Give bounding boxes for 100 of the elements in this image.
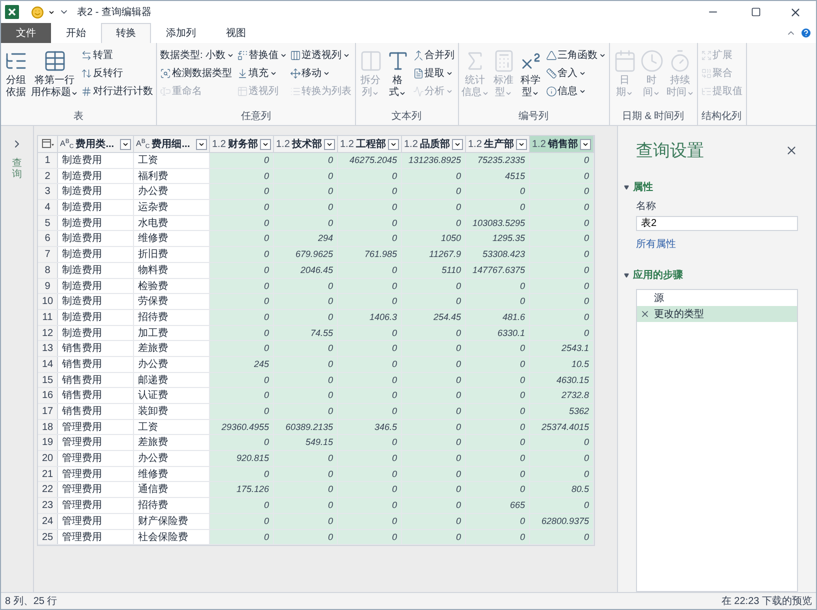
ribbon-button[interactable]: 合并列: [412, 47, 456, 63]
filter-button[interactable]: [452, 138, 463, 150]
table-cell: 0: [530, 435, 594, 450]
name-field[interactable]: 表2: [636, 216, 798, 232]
close-icon[interactable]: [785, 144, 798, 158]
ribbon-button[interactable]: 提取: [412, 65, 456, 81]
table-cell: 0: [338, 341, 402, 356]
ribbon-button[interactable]: 舍入: [544, 65, 607, 81]
caret-icon: [71, 90, 78, 96]
table-cell: 4515: [466, 168, 530, 184]
status-text: 在 22:23 下载的预览: [721, 594, 812, 608]
column-header[interactable]: 1.2 工程部: [338, 136, 402, 152]
ribbon-button[interactable]: 转置: [80, 47, 154, 63]
table-cell: 制造费用: [58, 231, 134, 246]
table-cell: 0: [210, 341, 274, 356]
table-cell: 4630.15: [530, 372, 594, 388]
column-header[interactable]: 1.2 技术部: [274, 136, 338, 152]
table-cell: 0: [402, 482, 466, 498]
filter-button[interactable]: [324, 138, 335, 150]
all-properties-link[interactable]: 所有属性: [636, 237, 798, 252]
collapse-triangle-icon[interactable]: [624, 273, 629, 278]
table-cell: 0: [338, 498, 402, 513]
table-cell: 制造费用: [58, 153, 134, 168]
table-cell: 0: [530, 310, 594, 325]
section-heading: 应用的步骤: [633, 268, 683, 284]
column-header[interactable]: 1.2 财务部: [210, 136, 274, 152]
ribbon-button[interactable]: 三角函数: [544, 47, 607, 63]
table-cell: 0: [210, 404, 274, 419]
ribbon-tab[interactable]: 转换: [101, 23, 151, 43]
ruler-icon: [546, 68, 557, 78]
caret-icon: [446, 70, 453, 76]
ribbon-button[interactable]: 科学 型: [518, 47, 544, 110]
row-number: 2: [38, 168, 58, 184]
row-number: 11: [38, 310, 58, 325]
close-icon[interactable]: [789, 6, 802, 18]
table-cell: 0: [402, 404, 466, 419]
filter-button[interactable]: [516, 138, 527, 150]
table-cell: 0: [274, 482, 338, 498]
ribbon-button[interactable]: 检测数据类型: [159, 65, 235, 81]
table-cell: 管理费用: [58, 482, 134, 498]
table-cell: 0: [466, 388, 530, 403]
ribbon-button[interactable]: 将第一行 用作标题: [30, 47, 79, 110]
filter-button[interactable]: [196, 138, 207, 150]
ribbon-tab[interactable]: 视图: [211, 23, 261, 43]
ribbon-button[interactable]: 数据类型: 小数: [159, 47, 235, 63]
ribbon-tab[interactable]: 文件: [1, 23, 51, 43]
table-cell: 2732.8: [530, 388, 594, 403]
ribbon-button[interactable]: 替换值: [236, 47, 288, 63]
collapse-triangle-icon[interactable]: [624, 184, 629, 190]
expand-icon: [700, 50, 712, 60]
ribbon-button[interactable]: 对行进行计数: [80, 83, 154, 99]
filter-button[interactable]: [260, 138, 271, 150]
merge-icon: [412, 50, 424, 60]
column-header[interactable]: 1.2 销售部: [530, 136, 594, 152]
table-cell: 103083.5295: [466, 216, 530, 230]
table-cell: 0: [530, 278, 594, 294]
step-item[interactable]: 更改的类型: [637, 306, 797, 322]
row-number: 12: [38, 326, 58, 340]
table-cell: 254.45: [402, 310, 466, 325]
delete-step-icon[interactable]: [640, 309, 650, 320]
ribbon-tab[interactable]: 开始: [51, 23, 101, 43]
group-label: 日期 & 时间列: [620, 110, 686, 124]
ribbon-button[interactable]: 填充: [236, 65, 288, 81]
ribbon-tab[interactable]: 添加列: [151, 23, 211, 43]
table-cell: 0: [402, 326, 466, 340]
ribbon-button[interactable]: 格 式: [384, 47, 411, 110]
filter-button[interactable]: [388, 138, 399, 150]
table-cell: 0: [210, 294, 274, 309]
column-header[interactable]: A$^{B}$$_{C}$ 费用细...: [134, 136, 210, 152]
step-item[interactable]: 源: [637, 290, 797, 306]
table-cell: 0: [338, 530, 402, 544]
caret-icon: [532, 90, 540, 96]
table-cell: 0: [402, 466, 466, 482]
ribbon-button[interactable]: 移动: [288, 65, 353, 81]
column-header[interactable]: A$^{B}$$_{C}$ 费用类...: [58, 136, 134, 152]
help-icon[interactable]: [800, 27, 812, 39]
maximize-icon[interactable]: [751, 7, 761, 17]
column-header[interactable]: 1.2 生产部: [466, 136, 530, 152]
filter-button[interactable]: [120, 138, 131, 150]
ribbon-button[interactable]: 反转行: [80, 65, 154, 81]
ribbon-button[interactable]: 分组 依据: [3, 47, 29, 110]
column-header[interactable]: 1.2 品质部: [402, 136, 466, 152]
caret-icon: [399, 90, 406, 96]
table-cell: 0: [466, 435, 530, 450]
ribbon-button[interactable]: 逆透视列: [288, 47, 353, 63]
smiley-icon[interactable]: [31, 6, 44, 18]
spreadsheet-app-icon: [5, 5, 19, 19]
table-cell: 0: [210, 153, 274, 168]
filter-button[interactable]: [580, 138, 591, 150]
table-cell: 0: [402, 168, 466, 184]
table-cell: 62800.9375: [530, 514, 594, 528]
ribbon-button[interactable]: 信息: [544, 83, 607, 99]
table-cell: 制造费用: [58, 262, 134, 278]
table-icon: [42, 139, 54, 149]
table-cell: 0: [338, 514, 402, 528]
row-number: 24: [38, 514, 58, 528]
table-cell: 0: [530, 200, 594, 215]
caret-icon: [482, 90, 489, 96]
table-cell: 0: [274, 466, 338, 482]
table-cell: 2046.45: [274, 262, 338, 278]
